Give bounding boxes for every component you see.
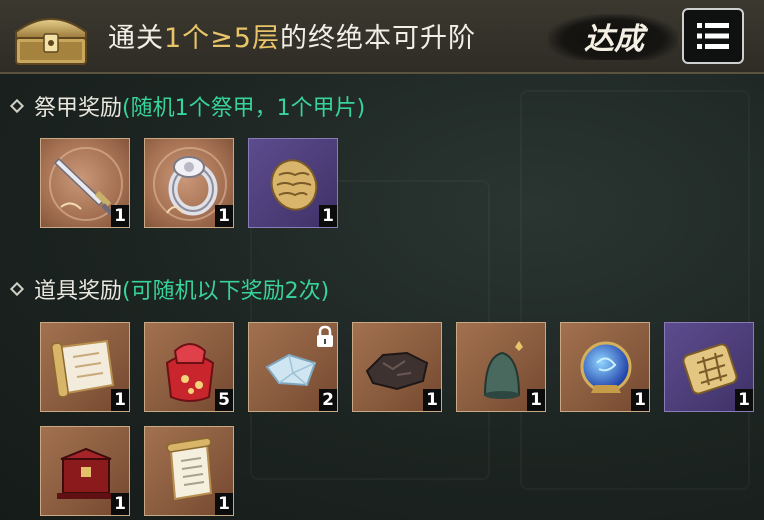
section-title: 祭甲奖励 xyxy=(34,96,123,121)
reward-item-red-pouch[interactable]: 5 xyxy=(144,322,234,412)
lock-icon xyxy=(317,325,333,347)
item-count: 1 xyxy=(111,205,129,227)
reward-item-paper-scroll[interactable]: 1 xyxy=(144,426,234,516)
item-count: 1 xyxy=(215,493,233,515)
reward-item-sword[interactable]: 1 xyxy=(40,138,130,228)
reward-item-scroll-map[interactable]: 1 xyxy=(40,322,130,412)
reward-item-blue-orb[interactable]: 1 xyxy=(560,322,650,412)
reward-item-treasure-box[interactable]: 1 xyxy=(40,426,130,516)
header-bar: 通关1个≥5层的终绝本可升阶 达成 xyxy=(0,0,764,74)
item-count: 1 xyxy=(111,389,129,411)
achieved-stamp: 达成 xyxy=(584,22,644,57)
title-text-pre: 通关 xyxy=(108,23,164,54)
reward-item-jade-bell[interactable]: 1 xyxy=(456,322,546,412)
title-text-post: 的终绝本可升阶 xyxy=(279,23,476,54)
reward-item-ring[interactable]: 1 xyxy=(144,138,234,228)
item-reward-heading: 道具奖励(可随机以下奖励2次) xyxy=(9,273,330,305)
reward-item-gold-knot[interactable]: 1 xyxy=(664,322,754,412)
section-subtitle: (可随机以下奖励2次) xyxy=(122,279,330,304)
upgrade-requirement-title: 通关1个≥5层的终绝本可升阶 xyxy=(108,16,476,55)
item-count: 1 xyxy=(631,389,649,411)
reward-item-armor-scale[interactable]: 1 xyxy=(248,138,338,228)
section-subtitle: (随机1个祭甲，1个甲片) xyxy=(122,96,366,121)
item-count: 1 xyxy=(735,389,753,411)
item-count: 1 xyxy=(111,493,129,515)
diamond-bullet-icon xyxy=(9,281,25,297)
treasure-chest-icon xyxy=(15,18,87,65)
title-highlight-count: 1个≥5层 xyxy=(164,23,280,54)
armor-reward-heading: 祭甲奖励(随机1个祭甲，1个甲片) xyxy=(9,90,366,122)
reward-item-ore-rock[interactable]: 1 xyxy=(352,322,442,412)
diamond-bullet-icon xyxy=(9,98,25,114)
list-menu-icon xyxy=(697,23,729,49)
section-title: 道具奖励 xyxy=(34,279,123,304)
reward-item-crystal-shard[interactable]: 2 xyxy=(248,322,338,412)
item-count: 1 xyxy=(423,389,441,411)
item-count: 5 xyxy=(215,389,233,411)
item-count: 2 xyxy=(319,389,337,411)
item-count: 1 xyxy=(319,205,337,227)
item-count: 1 xyxy=(527,389,545,411)
background-panel xyxy=(520,90,750,490)
item-count: 1 xyxy=(215,205,233,227)
menu-button[interactable] xyxy=(682,8,744,64)
